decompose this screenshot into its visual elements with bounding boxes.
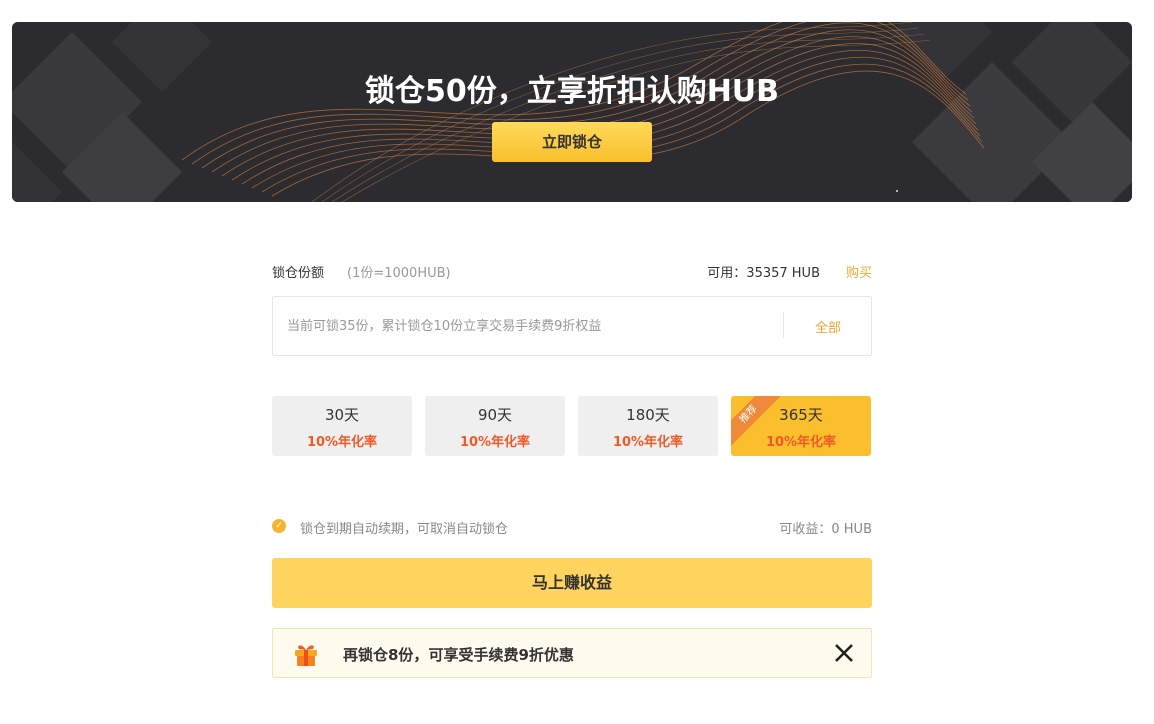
lock-amount-label: 锁仓份额 — [272, 266, 325, 281]
period-option-90[interactable]: 90天 10%年化率 — [425, 396, 565, 456]
period-rate: 10%年化率 — [612, 435, 684, 450]
buy-link[interactable]: 购买 — [846, 262, 872, 281]
period-option-365[interactable]: 推荐 365天 10%年化率 — [731, 396, 871, 456]
period-rate: 10%年化率 — [459, 435, 531, 450]
discount-notice: 再锁仓8份，可享受手续费9折优惠 — [272, 628, 872, 678]
lock-now-button[interactable]: 立即锁仓 — [492, 122, 652, 162]
input-divider — [783, 312, 784, 338]
gift-icon — [295, 645, 317, 666]
period-rate: 10%年化率 — [306, 435, 378, 450]
period-option-180[interactable]: 180天 10%年化率 — [578, 396, 718, 456]
expected-earnings: 可收益：0 HUB — [779, 522, 872, 537]
unit-hint: (1份=1000HUB) — [347, 266, 451, 281]
all-button[interactable]: 全部 — [815, 317, 841, 336]
period-days: 180天 — [626, 406, 670, 424]
period-rate: 10%年化率 — [765, 435, 837, 450]
available-balance: 可用：35357 HUB — [707, 266, 820, 281]
lock-amount-input[interactable] — [287, 311, 767, 341]
earn-now-button[interactable]: 马上赚收益 — [272, 558, 872, 608]
banner-title: 锁仓50份，立享折扣认购HUB — [364, 74, 780, 109]
auto-renew-row: ✓ 锁仓到期自动续期，可取消自动锁仓 可收益：0 HUB — [272, 518, 872, 538]
auto-renew-label: 锁仓到期自动续期，可取消自动锁仓 — [300, 522, 509, 537]
notice-text: 再锁仓8份，可享受手续费9折优惠 — [343, 646, 574, 664]
period-options: 30天 10%年化率 90天 10%年化率 180天 10%年化率 推荐 365… — [272, 396, 872, 456]
banner-background — [12, 22, 1132, 202]
lock-form: 锁仓份额 (1份=1000HUB) 可用：35357 HUB 购买 全部 30天… — [272, 256, 872, 678]
carousel-indicator[interactable] — [896, 190, 898, 192]
form-header: 锁仓份额 (1份=1000HUB) 可用：35357 HUB 购买 — [272, 256, 872, 286]
close-icon[interactable] — [833, 642, 855, 664]
period-option-30[interactable]: 30天 10%年化率 — [272, 396, 412, 456]
promo-banner: 锁仓50份，立享折扣认购HUB 立即锁仓 — [12, 22, 1132, 202]
lock-amount-field: 全部 — [272, 296, 872, 356]
auto-renew-checkbox[interactable]: ✓ — [272, 519, 286, 533]
period-days: 90天 — [477, 406, 513, 424]
period-days: 30天 — [324, 406, 360, 424]
